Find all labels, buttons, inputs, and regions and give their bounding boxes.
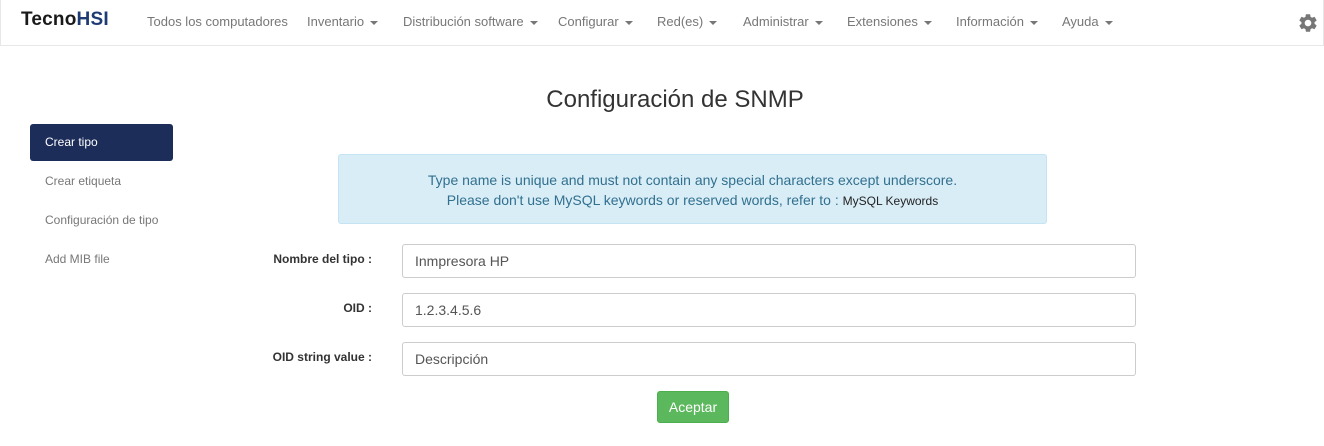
- sidebar-item-crear-etiqueta[interactable]: Crear etiqueta: [30, 163, 173, 200]
- nav-distribucion-software[interactable]: Distribución software: [403, 14, 538, 29]
- caret-down-icon: [1029, 20, 1038, 25]
- aceptar-button[interactable]: Aceptar: [657, 391, 729, 423]
- oid-string-value-label: OID string value :: [272, 350, 372, 364]
- caret-down-icon: [624, 20, 633, 25]
- nav-configurar[interactable]: Configurar: [558, 14, 633, 29]
- sidebar-item-label: Configuración de tipo: [45, 213, 159, 227]
- nav-extensiones[interactable]: Extensiones: [847, 14, 932, 29]
- sidebar-item-label: Crear etiqueta: [45, 174, 122, 188]
- mysql-keywords-link[interactable]: MySQL Keywords: [843, 194, 939, 208]
- alert-line-2: Please don't use MySQL keywords or reser…: [446, 192, 939, 208]
- gear-icon[interactable]: [1297, 12, 1319, 34]
- sidebar-item-label: Crear tipo: [45, 135, 98, 149]
- oid-string-value-input[interactable]: [402, 342, 1136, 376]
- type-name-label: Nombre del tipo :: [273, 252, 372, 266]
- caret-down-icon: [1104, 20, 1113, 25]
- nav-inventario[interactable]: Inventario: [307, 14, 379, 29]
- caret-down-icon: [923, 20, 932, 25]
- page-title: Configuración de SNMP: [546, 86, 804, 113]
- nav-todos-los-computadores[interactable]: Todos los computadores: [147, 14, 288, 29]
- info-alert: Type name is unique and must not contain…: [338, 154, 1047, 224]
- nav-ayuda[interactable]: Ayuda: [1062, 14, 1113, 29]
- alert-line-1: Type name is unique and must not contain…: [427, 172, 958, 188]
- caret-down-icon: [709, 20, 718, 25]
- nav-informacion[interactable]: Información: [956, 14, 1038, 29]
- sidebar-item-configuracion-de-tipo[interactable]: Configuración de tipo: [30, 202, 173, 239]
- brand-logo[interactable]: TecnoHSI: [21, 9, 109, 31]
- nav-redes[interactable]: Red(es): [657, 14, 718, 29]
- top-navbar: TecnoHSI Todos los computadores Inventar…: [0, 0, 1324, 46]
- brand-name-part2: HSI: [76, 9, 109, 30]
- sidebar-item-crear-tipo[interactable]: Crear tipo: [30, 124, 173, 161]
- caret-down-icon: [370, 20, 379, 25]
- nav-administrar[interactable]: Administrar: [743, 14, 823, 29]
- caret-down-icon: [529, 20, 538, 25]
- oid-input[interactable]: [402, 293, 1136, 327]
- caret-down-icon: [814, 20, 823, 25]
- type-name-input[interactable]: [402, 244, 1136, 278]
- brand-name-part1: Tecno: [21, 9, 77, 30]
- oid-label: OID :: [343, 301, 372, 315]
